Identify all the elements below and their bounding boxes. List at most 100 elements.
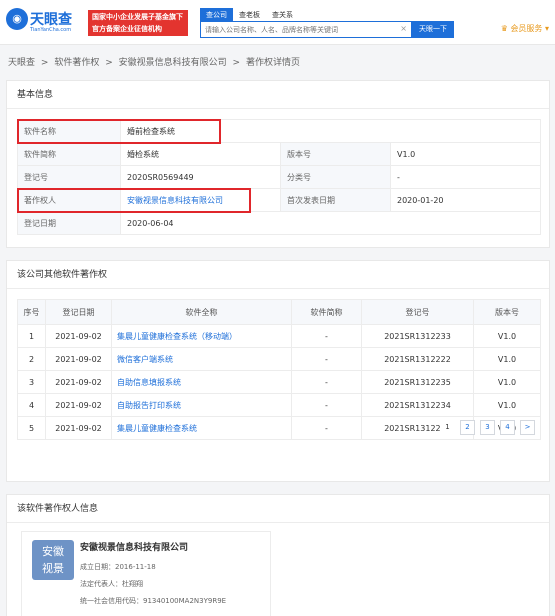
col-header: 登记日期 <box>45 299 112 325</box>
row-ver: V1.0 <box>473 393 541 417</box>
table-row: 1 2021-09-02 集晨儿童健康检查系统（移动端） - 2021SR131… <box>17 324 541 348</box>
reg-no-value: 2020SR0569449 <box>120 165 281 189</box>
col-header: 版本号 <box>473 299 541 325</box>
tab-boss[interactable]: 查老板 <box>233 8 266 22</box>
search-box: × <box>200 21 412 38</box>
row-name-cell: 自助报告打印系统 <box>111 393 292 417</box>
row-short: - <box>291 393 362 417</box>
short-name-value: 婚检系统 <box>120 142 281 166</box>
tab-relation[interactable]: 查关系 <box>266 8 299 22</box>
row-short: - <box>291 347 362 371</box>
promo-line-2: 官方备案企业征信机构 <box>92 25 162 33</box>
software-link[interactable]: 集晨儿童健康检查系统 <box>117 424 197 433</box>
breadcrumb-sep: > <box>232 58 241 68</box>
software-link[interactable]: 自助信息填报系统 <box>117 378 181 387</box>
breadcrumb-home[interactable]: 天眼查 <box>8 58 35 68</box>
breadcrumb-software-copyright[interactable]: 软件著作权 <box>54 58 99 68</box>
basic-info-title: 基本信息 <box>7 81 549 109</box>
owner-info-panel: 该软件著作权人信息 安徽 视景 安徽视景信息科技有限公司 成立日期：2016-1… <box>6 494 550 616</box>
short-name-label: 软件简称 <box>17 142 121 166</box>
first-pub-value: 2020-01-20 <box>390 188 541 212</box>
breadcrumb-company[interactable]: 安徽视景信息科技有限公司 <box>119 58 227 68</box>
pagination: 1 2 3 4 > <box>435 420 535 435</box>
table-row: 2 2021-09-02 微信客户端系统 - 2021SR1312222 V1.… <box>17 347 541 371</box>
breadcrumb-current: 著作权详情页 <box>245 58 300 68</box>
search-tabs: 查公司 查老板 查关系 <box>200 8 299 22</box>
row-name-cell: 自助信息填报系统 <box>111 370 292 394</box>
row-reg: 2021SR1312222 <box>361 347 474 371</box>
chevron-down-icon: ▾ <box>542 24 549 33</box>
top-header: ◉ 天眼查 TianYanCha.com 国家中小企业发展子基金旗下 官方备案企… <box>0 0 555 45</box>
row-date: 2021-09-02 <box>45 370 112 394</box>
page-4[interactable]: 4 <box>500 420 515 435</box>
reg-date-value: 2020-06-04 <box>120 211 541 235</box>
row-date: 2021-09-02 <box>45 347 112 371</box>
owner-established: 成立日期：2016-11-18 <box>80 563 156 571</box>
crown-icon: ♛ <box>500 24 511 33</box>
page-1: 1 <box>440 420 455 435</box>
col-header: 软件简称 <box>291 299 362 325</box>
logo[interactable]: ◉ 天眼查 TianYanCha.com <box>6 7 84 37</box>
next-page-button[interactable]: > <box>520 420 535 435</box>
row-no: 4 <box>17 393 46 417</box>
info-row: 登记号 2020SR0569449 分类号 - <box>17 165 541 189</box>
company-logo-line: 视景 <box>42 562 64 575</box>
category-value: - <box>390 165 541 189</box>
row-short: - <box>291 416 362 440</box>
software-link[interactable]: 自助报告打印系统 <box>117 401 181 410</box>
owner-card[interactable]: 安徽 视景 安徽视景信息科技有限公司 成立日期：2016-11-18 法定代表人… <box>21 531 271 616</box>
reg-date-label: 登记日期 <box>17 211 121 235</box>
page-2[interactable]: 2 <box>460 420 475 435</box>
row-reg: 2021SR1312234 <box>361 393 474 417</box>
promo-banner: 国家中小企业发展子基金旗下 官方备案企业征信机构 <box>88 10 188 36</box>
col-header: 登记号 <box>361 299 474 325</box>
other-software-table: 序号 登记日期 软件全称 软件简称 登记号 版本号 1 2021-09-02 集… <box>17 299 541 440</box>
other-software-title: 该公司其他软件著作权 <box>7 261 549 289</box>
row-date: 2021-09-02 <box>45 393 112 417</box>
row-name-cell: 微信客户端系统 <box>111 347 292 371</box>
reg-no-label: 登记号 <box>17 165 121 189</box>
breadcrumb-sep: > <box>105 58 113 68</box>
basic-info-panel: 基本信息 软件名称 婚前检查系统 软件简称 婚检系统 版本号 V1.0 登记号 … <box>6 80 550 248</box>
member-service-link[interactable]: ♛ 会员服务 ▾ <box>501 23 549 34</box>
table-row: 3 2021-09-02 自助信息填报系统 - 2021SR1312235 V1… <box>17 370 541 394</box>
row-ver: V1.0 <box>473 370 541 394</box>
info-row: 软件简称 婚检系统 版本号 V1.0 <box>17 142 541 166</box>
search-input[interactable] <box>201 22 391 37</box>
version-label: 版本号 <box>280 142 391 166</box>
row-no: 2 <box>17 347 46 371</box>
row-reg: 2021SR1312233 <box>361 324 474 348</box>
owner-legal-rep: 法定代表人：杜翔翔 <box>80 580 143 588</box>
col-header: 序号 <box>17 299 46 325</box>
row-name-cell: 集晨儿童健康检查系统（移动端） <box>111 324 292 348</box>
row-short: - <box>291 324 362 348</box>
row-ver: V1.0 <box>473 324 541 348</box>
col-header: 软件全称 <box>111 299 292 325</box>
row-name-cell: 集晨儿童健康检查系统 <box>111 416 292 440</box>
clear-icon[interactable]: × <box>400 24 407 33</box>
software-link[interactable]: 微信客户端系统 <box>117 355 173 364</box>
info-row: 登记日期 2020-06-04 <box>17 211 541 235</box>
logo-text: 天眼查 <box>30 12 72 28</box>
search-button[interactable]: 天眼一下 <box>412 21 454 38</box>
table-header-row: 序号 登记日期 软件全称 软件简称 登记号 版本号 <box>17 299 541 325</box>
owner-company-name[interactable]: 安徽视景信息科技有限公司 <box>80 540 188 553</box>
page-3[interactable]: 3 <box>480 420 495 435</box>
category-label: 分类号 <box>280 165 391 189</box>
table-row: 4 2021-09-02 自助报告打印系统 - 2021SR1312234 V1… <box>17 393 541 417</box>
row-reg: 2021SR1312235 <box>361 370 474 394</box>
row-no: 1 <box>17 324 46 348</box>
logo-subtext: TianYanCha.com <box>30 27 72 33</box>
row-no: 5 <box>17 416 46 440</box>
promo-line-1: 国家中小企业发展子基金旗下 <box>92 13 183 21</box>
row-short: - <box>291 370 362 394</box>
first-pub-label: 首次发表日期 <box>280 188 391 212</box>
tab-company[interactable]: 查公司 <box>200 8 233 22</box>
software-link[interactable]: 集晨儿童健康检查系统（移动端） <box>117 332 237 341</box>
row-date: 2021-09-02 <box>45 416 112 440</box>
member-label: 会员服务 <box>510 24 543 33</box>
version-value: V1.0 <box>390 142 541 166</box>
other-software-panel: 该公司其他软件著作权 序号 登记日期 软件全称 软件简称 登记号 版本号 1 2… <box>6 260 550 482</box>
breadcrumb-sep: > <box>40 58 49 68</box>
row-date: 2021-09-02 <box>45 324 112 348</box>
